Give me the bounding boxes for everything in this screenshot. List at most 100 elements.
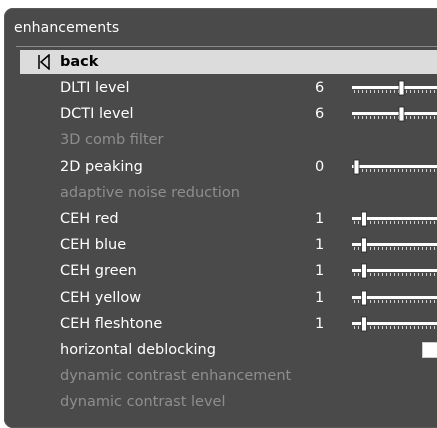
slider-thumb [361,316,367,332]
slider-thumb [398,106,405,122]
menu-item-dynamic-contrast-enhancement: dynamic contrast enhancement [20,364,437,388]
slider-tick [354,273,355,277]
slider-tick [410,325,411,329]
slider-tick [386,247,387,251]
slider-tick [386,90,387,93]
slider-tick [382,247,383,251]
menu-item-label: CEH red [60,211,119,227]
menu-item-value: 6 [315,106,325,123]
slider-tick [430,247,431,251]
slider-tick [422,90,423,93]
slider-tick [422,168,423,172]
slider-tick [430,273,431,277]
menu-title: enhancements [14,20,120,36]
slider-tick [402,168,403,172]
slider-tick [374,116,375,120]
slider-tick [390,168,391,172]
menu-item-ceh-yellow[interactable]: CEH yellow 1 [20,286,437,310]
slider-tick [418,247,419,251]
back-arrow-icon [38,54,50,70]
slider-tick [370,221,371,224]
slider-tick [414,247,415,251]
menu-item-dcti-level[interactable]: DCTI level 6 [20,102,437,126]
level-slider[interactable] [352,236,437,254]
slider-tick [374,273,375,277]
slider-tick [390,116,391,120]
slider-tick [370,325,371,329]
slider-tick [374,90,375,93]
menu-item-2d-peaking[interactable]: 2D peaking 0 [20,155,437,179]
slider-tick [430,325,431,329]
menu-item-label: DCTI level [60,106,134,123]
deblocking-checkbox[interactable] [422,342,437,358]
level-slider[interactable] [352,105,437,123]
slider-tick [378,168,379,172]
slider-thumb [361,263,367,279]
slider-tick [358,247,359,251]
level-slider[interactable] [352,79,437,97]
slider-tick [410,116,411,120]
menu-item-horizontal-deblocking[interactable]: horizontal deblocking [20,338,437,362]
menu-item-back[interactable]: back [20,50,437,74]
slider-tick [402,247,403,251]
title-divider [16,46,437,47]
slider-tick [406,273,407,277]
slider-tick [386,273,387,277]
slider-tick [394,221,395,224]
level-slider[interactable] [352,210,437,228]
slider-tick [422,273,423,277]
menu-item-label: dynamic contrast enhancement [60,368,292,385]
slider-tick [434,247,435,251]
menu-item-value: 1 [315,237,325,254]
slider-tick [422,247,423,251]
level-slider[interactable] [352,262,437,280]
slider-tick [434,299,435,303]
menu-item-label: horizontal deblocking [60,342,216,358]
slider-tick [398,273,399,277]
slider-tick [406,299,407,303]
slider-tick [430,221,431,224]
slider-tick [426,90,427,93]
slider-track [352,112,437,116]
slider-thumb [353,159,360,174]
slider-tick [414,325,415,329]
slider-tick [354,299,355,303]
slider-tick [378,221,379,224]
slider-tick [426,247,427,251]
menu-item-adaptive-noise-reduction: adaptive noise reduction [20,181,437,205]
menu-item-label: CEH green [60,263,137,280]
slider-tick [410,299,411,303]
level-slider[interactable] [352,158,437,176]
slider-tick [402,325,403,329]
menu-item-ceh-fleshtone[interactable]: CEH fleshtone 1 [20,312,437,336]
menu-item-ceh-red[interactable]: CEH red 1 [20,207,437,231]
slider-tick [394,90,395,93]
slider-tick [430,116,431,120]
slider-tick [382,325,383,329]
slider-tick [386,168,387,172]
slider-tick [434,168,435,172]
slider-tick [382,299,383,303]
slider-tick [426,116,427,120]
slider-tick [406,168,407,172]
slider-tick [410,273,411,277]
menu-item-dlti-level[interactable]: DLTI level 6 [20,76,437,100]
slider-tick [414,273,415,277]
slider-tick [374,325,375,329]
slider-tick [378,325,379,329]
slider-tick [426,221,427,224]
menu-item-ceh-blue[interactable]: CEH blue 1 [20,233,437,257]
level-slider[interactable] [352,289,437,307]
level-slider[interactable] [352,315,437,333]
slider-tick [410,90,411,93]
menu-item-value: 0 [315,158,325,175]
slider-tick [430,90,431,93]
slider-tick [398,299,399,303]
back-label: back [60,54,99,70]
slider-tick [370,299,371,303]
slider-thumb [398,80,405,96]
slider-thumb [361,290,367,305]
slider-tick [366,90,367,93]
menu-item-ceh-green[interactable]: CEH green 1 [20,259,437,283]
slider-tick [430,299,431,303]
